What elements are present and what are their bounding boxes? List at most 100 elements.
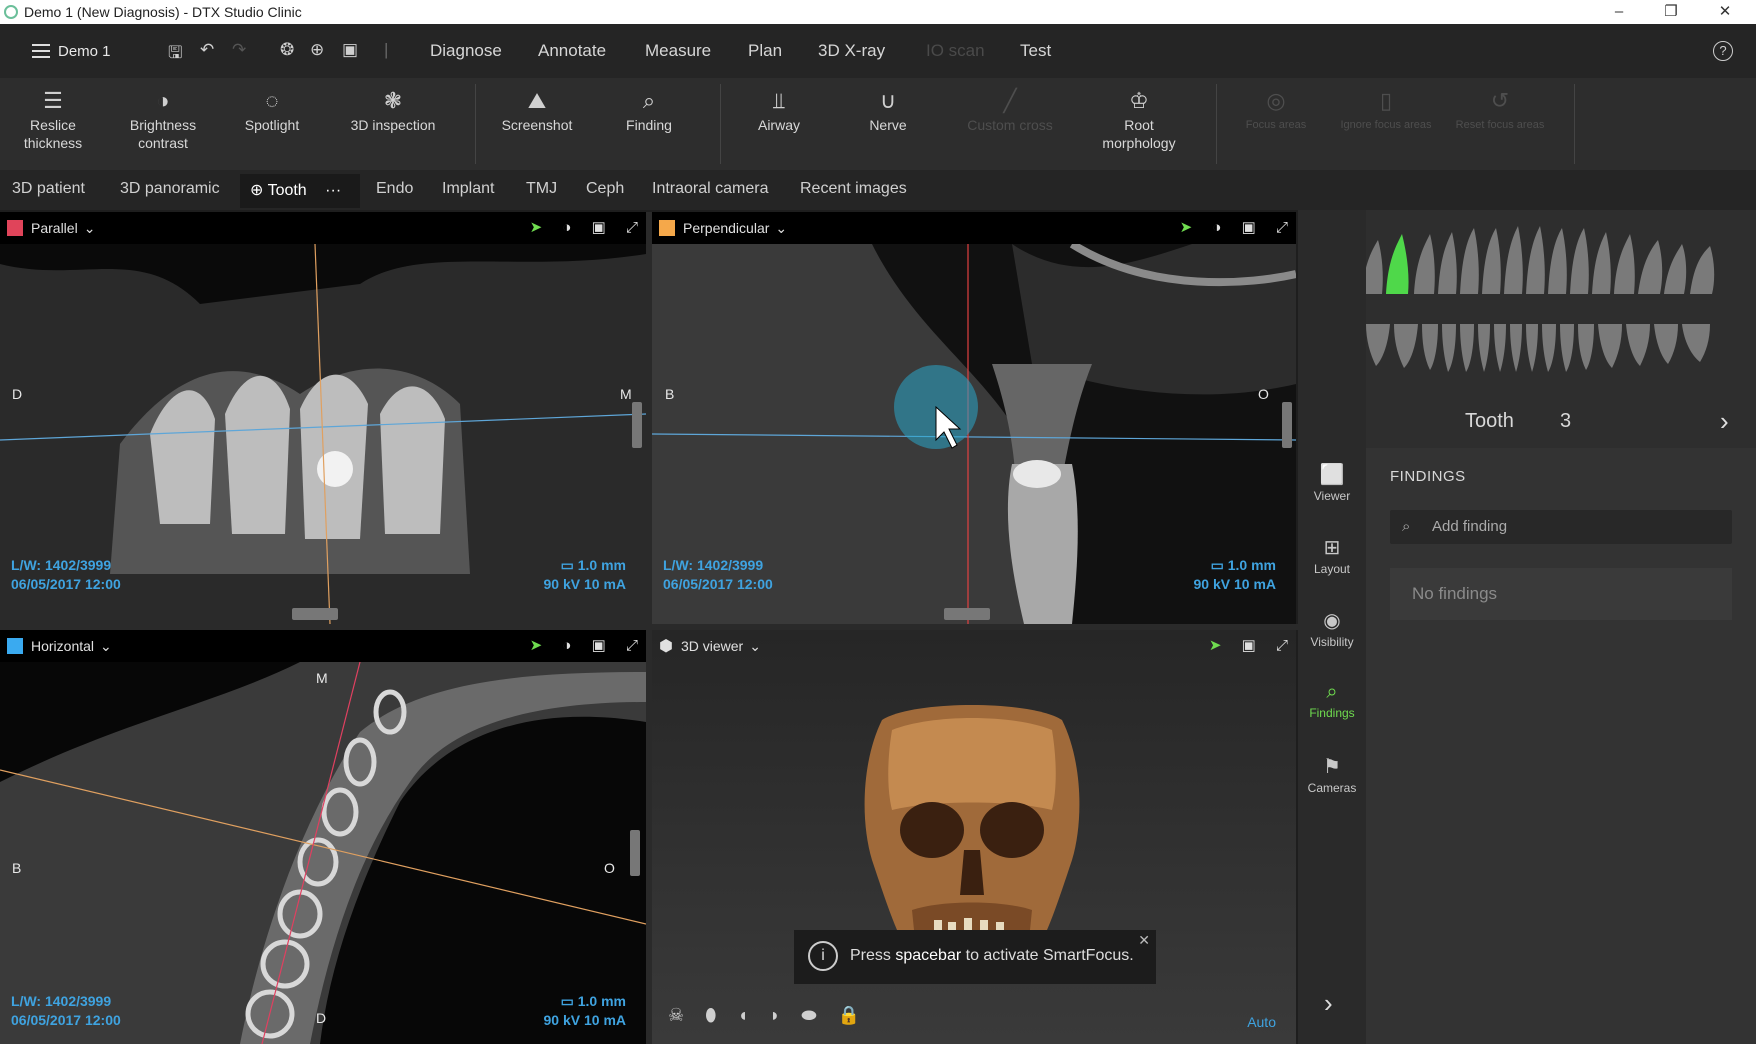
- fit-icon[interactable]: ▣: [1242, 637, 1256, 654]
- tool-3d-inspection[interactable]: ❃ 3D inspection: [338, 86, 448, 134]
- pointer-icon[interactable]: ➤: [530, 637, 543, 654]
- restore-button[interactable]: ❐: [1646, 0, 1696, 24]
- contrast-icon[interactable]: ◑: [562, 219, 571, 236]
- subtab-ceph[interactable]: Ceph: [586, 180, 624, 198]
- subtab-implant[interactable]: Implant: [442, 180, 494, 198]
- fullscreen-icon[interactable]: ⤢: [1276, 219, 1288, 236]
- pointer-icon[interactable]: ➤: [530, 219, 543, 236]
- tooth-number[interactable]: 3: [1560, 410, 1571, 433]
- no-findings-message: No findings: [1390, 568, 1732, 620]
- tool-finding[interactable]: ⌕ Finding: [614, 86, 684, 134]
- save-icon[interactable]: 🖫: [168, 40, 182, 69]
- pointer-icon[interactable]: ➤: [1209, 637, 1222, 654]
- slice-thickness-icon: ▭: [560, 557, 578, 573]
- view-orientation-dropdown[interactable]: Horizontal: [31, 638, 94, 654]
- viewport-tools: ➤ ◑ ▣ ⤢: [1164, 218, 1288, 236]
- tab-measure[interactable]: Measure: [645, 41, 711, 61]
- horizontal-scrollbar[interactable]: [292, 608, 338, 620]
- hamburger-menu-icon[interactable]: [32, 44, 50, 58]
- viewport-parallel[interactable]: Parallel ⌄ ➤ ◑ ▣ ⤢ D M L/W: 1402/3999 06…: [0, 212, 646, 624]
- more-options-icon[interactable]: ···: [325, 182, 341, 199]
- subtab-recent-images[interactable]: Recent images: [800, 180, 907, 198]
- fullscreen-icon[interactable]: ⤢: [626, 219, 638, 236]
- skull-icon[interactable]: ❂: [280, 40, 294, 60]
- help-icon[interactable]: ?: [1713, 41, 1733, 61]
- skull-right-icon[interactable]: ◗: [769, 1005, 780, 1025]
- view-mode-dropdown[interactable]: 3D viewer: [681, 638, 743, 654]
- fullscreen-icon[interactable]: ⤢: [1276, 637, 1288, 654]
- next-tooth-icon[interactable]: ›: [1720, 406, 1729, 437]
- sidebar-item-viewer[interactable]: ⬜ Viewer: [1298, 462, 1366, 503]
- chevron-down-icon[interactable]: ⌄: [775, 220, 787, 237]
- subtab-endo[interactable]: Endo: [376, 180, 413, 198]
- tool-focus-areas: ◎ Focus areas: [1236, 86, 1316, 134]
- subtab-tmj[interactable]: TMJ: [526, 180, 557, 198]
- horizontal-scrollbar[interactable]: [944, 608, 990, 620]
- patient-name[interactable]: Demo 1: [58, 43, 111, 60]
- toast-close-icon[interactable]: ✕: [1138, 932, 1150, 949]
- vertical-scrollbar[interactable]: [632, 402, 642, 448]
- tool-brightness-contrast[interactable]: ◑ Brightness contrast: [118, 86, 208, 152]
- skull-left-icon[interactable]: ◖: [737, 1005, 748, 1025]
- chevron-down-icon[interactable]: ⌄: [100, 638, 112, 655]
- skull-back-icon[interactable]: ⬮: [705, 1005, 716, 1025]
- tab-3d-xray[interactable]: 3D X-ray: [818, 41, 885, 61]
- subtab-3d-patient[interactable]: 3D patient: [12, 180, 85, 198]
- subtab-intraoral-camera[interactable]: Intraoral camera: [652, 180, 769, 198]
- tool-root-morphology[interactable]: ♔ Root morphology: [1090, 86, 1188, 152]
- viewport-horizontal[interactable]: Horizontal ⌄ ➤ ◑ ▣ ⤢ M D B O L/W: 1402/3…: [0, 630, 646, 1044]
- close-button[interactable]: ✕: [1700, 0, 1750, 24]
- toolbar-divider: [1574, 84, 1575, 164]
- fit-icon[interactable]: ▣: [1242, 219, 1256, 236]
- add-finding-input[interactable]: ⌕ Add finding: [1390, 510, 1732, 544]
- ct-slice-image[interactable]: [0, 662, 646, 1044]
- contrast-icon[interactable]: ◑: [1212, 219, 1221, 236]
- tooth-label: Tooth: [1465, 410, 1514, 432]
- tab-plan[interactable]: Plan: [748, 41, 782, 61]
- sidebar-item-layout[interactable]: ⊞ Layout: [1298, 535, 1366, 576]
- image-icon[interactable]: ▣: [342, 40, 358, 60]
- vertical-scrollbar[interactable]: [1282, 402, 1292, 448]
- view-orientation-dropdown[interactable]: Perpendicular: [683, 220, 769, 236]
- tool-airway[interactable]: ⫫ Airway: [744, 86, 814, 134]
- minimize-button[interactable]: –: [1594, 0, 1644, 24]
- tool-ignore-focus-areas: ▯ Ignore focus areas: [1336, 86, 1436, 134]
- tab-diagnose[interactable]: Diagnose: [430, 41, 502, 61]
- sidebar-item-visibility[interactable]: ◉ Visibility: [1298, 608, 1366, 649]
- tool-reslice-thickness[interactable]: ☰ Reslice thickness: [16, 86, 90, 152]
- undo-icon[interactable]: ↶: [200, 40, 214, 60]
- viewport-tools: ➤ ▣ ⤢: [1193, 636, 1288, 654]
- tool-screenshot[interactable]: ⛰ Screenshot: [494, 86, 580, 134]
- sidebar-item-cameras[interactable]: ⚑ Cameras: [1298, 754, 1366, 795]
- vertical-scrollbar[interactable]: [630, 830, 640, 876]
- fit-icon[interactable]: ▣: [592, 637, 606, 654]
- fit-icon[interactable]: ▣: [592, 219, 606, 236]
- contrast-icon[interactable]: ◑: [562, 637, 571, 654]
- tab-test[interactable]: Test: [1020, 41, 1051, 61]
- subtab-tooth[interactable]: ⊕ Tooth ···: [240, 174, 360, 208]
- lock-icon[interactable]: 🔒: [838, 1005, 860, 1025]
- sidebar-item-findings[interactable]: ⌕ Findings: [1298, 681, 1366, 720]
- expand-panel-icon[interactable]: ›: [1324, 988, 1333, 1019]
- redo-icon[interactable]: ↷: [232, 40, 246, 60]
- dental-chart[interactable]: [1338, 224, 1718, 374]
- view-orientation-dropdown[interactable]: Parallel: [31, 220, 78, 236]
- tool-custom-cross: ╱ Custom cross: [952, 86, 1068, 134]
- fullscreen-icon[interactable]: ⤢: [626, 637, 638, 654]
- crosshair-icon[interactable]: ⊕: [310, 40, 324, 60]
- skull-front-icon[interactable]: ☠: [668, 1005, 684, 1025]
- viewport-perpendicular[interactable]: Perpendicular ⌄ ➤ ◑ ▣ ⤢ B O L/W: 1402/39…: [652, 212, 1296, 624]
- window-level-info: L/W: 1402/3999 06/05/2017 12:00: [663, 557, 773, 592]
- spotlight-icon: ◌: [265, 88, 279, 113]
- tab-annotate[interactable]: Annotate: [538, 41, 606, 61]
- chevron-down-icon[interactable]: ⌄: [84, 220, 96, 237]
- tool-nerve[interactable]: ∪ Nerve: [852, 86, 924, 134]
- toolbar-divider: [1216, 84, 1217, 164]
- chevron-down-icon[interactable]: ⌄: [749, 638, 761, 655]
- skull-top-icon[interactable]: ⬬: [801, 1005, 816, 1025]
- tool-spotlight[interactable]: ◌ Spotlight: [236, 86, 308, 134]
- pointer-icon[interactable]: ➤: [1180, 219, 1193, 236]
- findings-icon: ⌕: [1326, 681, 1338, 703]
- subtab-3d-panoramic[interactable]: 3D panoramic: [120, 180, 220, 198]
- auto-mode-label[interactable]: Auto: [1247, 1014, 1276, 1030]
